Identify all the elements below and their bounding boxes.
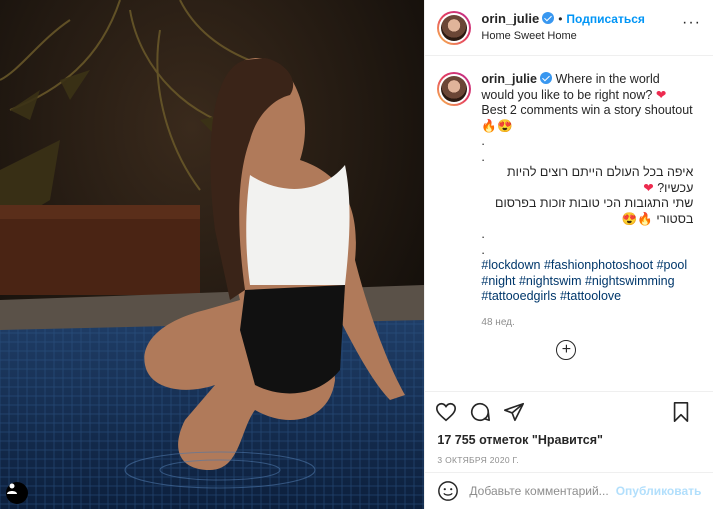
instagram-post: orin_julie • Подписаться Home Sweet Home ·…: [0, 0, 713, 509]
hashtag-link[interactable]: #fashionphotoshoot: [544, 258, 653, 272]
hashtag-link[interactable]: #pool: [657, 258, 688, 272]
post-sidebar: orin_julie • Подписаться Home Sweet Home ·…: [424, 0, 713, 509]
hashtag-link[interactable]: #nightswimming: [585, 274, 675, 288]
separator-dot: •: [558, 12, 563, 26]
comments-area: orin_julie Where in the world would you …: [425, 56, 713, 391]
more-options-icon[interactable]: ···: [682, 14, 701, 32]
smiley-icon[interactable]: [437, 480, 459, 502]
caption-hebrew-2: שתי התגובות הכי טובות זוכות בפרסום בסטור…: [495, 196, 694, 226]
action-bar: [425, 391, 713, 431]
caption-avatar[interactable]: [437, 72, 472, 106]
hashtag-link[interactable]: #nightswim: [519, 274, 582, 288]
red-heart-emoji-icon: ❤: [643, 180, 654, 195]
caption-timestamp: 48 нед.: [481, 316, 515, 328]
caption-username[interactable]: orin_julie: [481, 72, 537, 86]
avatar[interactable]: [437, 10, 472, 45]
comment-icon[interactable]: [469, 401, 491, 423]
caption: orin_julie Where in the world would you …: [437, 72, 701, 330]
plus-circle-icon: +: [561, 341, 572, 358]
location-link[interactable]: Home Sweet Home: [481, 28, 644, 45]
post-photo[interactable]: [0, 0, 425, 509]
likes-count[interactable]: 17 755 отметок "Нравится": [425, 433, 713, 447]
caption-emoji-1: 🔥😍: [481, 118, 513, 133]
hashtag-link[interactable]: #tattoolove: [560, 289, 621, 303]
heart-icon[interactable]: [435, 401, 457, 423]
hashtags: #lockdown #fashionphotoshoot #pool #nigh…: [481, 258, 693, 305]
verified-badge-icon: [539, 72, 552, 84]
caption-hebrew-1: איפה בכל העולם הייתם רוצים להיות עכשיו?: [507, 165, 694, 195]
hashtag-link[interactable]: #tattooedgirls: [481, 289, 556, 303]
share-icon[interactable]: [503, 401, 525, 423]
red-heart-emoji-icon: ❤: [655, 87, 667, 102]
caption-hebrew-emoji: 🔥😍: [621, 211, 653, 226]
photo-illustration: [0, 0, 425, 509]
hashtag-link[interactable]: #lockdown: [481, 258, 540, 272]
caption-dot: .: [481, 134, 485, 148]
load-more-comments-button[interactable]: +: [556, 340, 577, 360]
post-header: orin_julie • Подписаться Home Sweet Home ·…: [425, 0, 713, 56]
hashtag-link[interactable]: #night: [481, 274, 515, 288]
verified-badge-icon: [542, 12, 555, 24]
caption-dot: .: [481, 149, 485, 164]
follow-button[interactable]: Подписаться: [566, 12, 644, 26]
post-date: 3 ОКТЯБРЯ 2020 Г.: [437, 455, 520, 465]
username-link[interactable]: orin_julie: [481, 11, 539, 26]
add-comment-form: Опубликовать: [425, 472, 713, 509]
caption-line-2: Best 2 comments win a story shoutout: [481, 103, 693, 117]
comment-input[interactable]: [467, 483, 612, 499]
avatar-image: [441, 14, 468, 41]
caption-dot: .: [481, 227, 485, 241]
user-tag-icon: [7, 483, 17, 494]
tag-user-button[interactable]: [6, 482, 28, 504]
publish-button[interactable]: Опубликовать: [616, 484, 702, 498]
bookmark-icon[interactable]: [671, 401, 691, 423]
caption-text: orin_julie Where in the world would you …: [481, 72, 693, 330]
caption-dot: .: [481, 242, 485, 257]
